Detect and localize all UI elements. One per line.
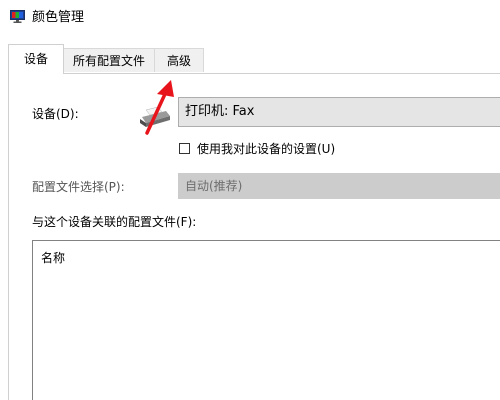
color-management-window: 颜色管理 所有配置文件 高级 设备 设备(D): 打印机: Fax 使用我对此设… bbox=[0, 0, 500, 400]
tab-strip: 所有配置文件 高级 设备 bbox=[0, 36, 500, 74]
monitor-icon bbox=[10, 10, 25, 23]
window-title: 颜色管理 bbox=[32, 10, 85, 25]
profile-selection-label: 配置文件选择(P): bbox=[32, 180, 125, 194]
tab-devices[interactable]: 设备 bbox=[8, 44, 64, 74]
use-settings-checkbox[interactable] bbox=[179, 143, 190, 154]
associated-profiles-list[interactable]: 名称 bbox=[32, 240, 500, 400]
device-select-value: 打印机: Fax bbox=[185, 104, 255, 119]
use-settings-label[interactable]: 使用我对此设备的设置(U) bbox=[197, 141, 335, 157]
profile-selection-value: 自动(推荐) bbox=[185, 179, 243, 193]
title-bar: 颜色管理 bbox=[0, 0, 500, 36]
tab-advanced[interactable]: 高级 bbox=[154, 48, 204, 72]
printer-icon bbox=[140, 106, 170, 127]
column-header-name[interactable]: 名称 bbox=[41, 250, 65, 266]
device-label: 设备(D): bbox=[32, 107, 79, 121]
profile-selection-select: 自动(推荐) bbox=[178, 173, 500, 199]
associated-profiles-label: 与这个设备关联的配置文件(F): bbox=[32, 215, 197, 229]
device-select[interactable]: 打印机: Fax bbox=[178, 97, 500, 127]
tab-all-profiles[interactable]: 所有配置文件 bbox=[63, 48, 155, 72]
